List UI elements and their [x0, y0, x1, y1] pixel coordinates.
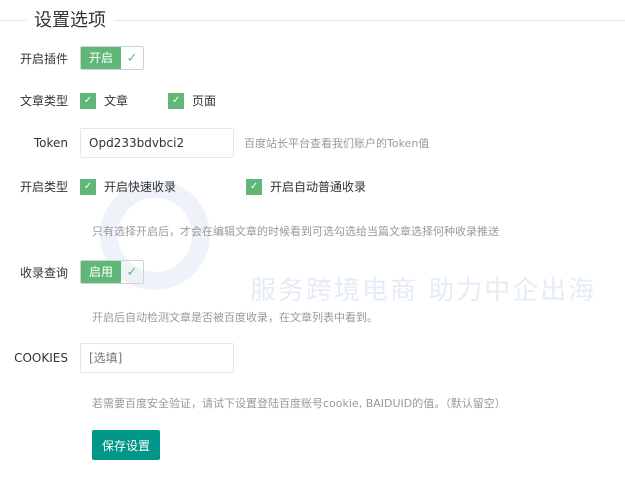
switch-text: 启用 — [81, 261, 122, 283]
section-header: 设置选项 — [0, 6, 625, 32]
switch-text: 开启 — [81, 47, 122, 69]
checkbox-auto-index[interactable]: ✓ 开启自动普通收录 — [246, 178, 366, 195]
check-icon: ✓ — [80, 92, 96, 109]
checkbox-post[interactable]: ✓ 文章 — [80, 92, 128, 109]
checkbox-page[interactable]: ✓ 页面 — [168, 92, 216, 109]
check-icon: ✓ — [126, 264, 138, 280]
index-query-switch[interactable]: 启用 ✓ — [80, 260, 145, 284]
section-title: 设置选项 — [26, 6, 114, 32]
check-icon: ✓ — [246, 178, 263, 195]
index-query-hint: 开启后自动检测文章是否被百度收录，在文章列表中看到。 — [92, 311, 378, 324]
cookies-hint: 若需要百度安全验证，请试下设置登陆百度账号cookie, BAIDUID的值。（… — [92, 397, 506, 410]
watermark-tagline: 服务跨境电商 助力中企出海 — [250, 276, 597, 306]
check-icon: ✓ — [126, 50, 138, 66]
token-hint: 百度站长平台查看我们账户的Token值 — [244, 137, 430, 150]
check-icon: ✓ — [168, 92, 185, 109]
push-type-hint: 只有选择开启后，才会在编辑文章的时候看到可选勾选给当篇文章选择何种收录推送 — [92, 225, 499, 238]
checkbox-label: 开启自动普通收录 — [270, 180, 367, 194]
plugin-switch[interactable]: 开启 ✓ — [80, 46, 145, 70]
push-type-label: 开启类型 — [19, 180, 68, 194]
checkbox-label: 文章 — [104, 94, 129, 108]
checkbox-fast-index[interactable]: ✓ 开启快速收录 — [80, 178, 176, 195]
checkbox-label: 开启快速收录 — [104, 180, 177, 194]
check-icon: ✓ — [80, 178, 96, 195]
save-button[interactable]: 保存设置 — [92, 430, 161, 460]
plugin-label: 开启插件 — [19, 51, 68, 66]
cookies-input[interactable] — [80, 343, 234, 373]
cookies-label: COOKIES — [14, 351, 68, 365]
post-type-label: 文章类型 — [19, 94, 68, 108]
index-query-label: 收录查询 — [19, 265, 68, 280]
token-label: Token — [33, 136, 68, 150]
token-input[interactable] — [80, 128, 234, 158]
checkbox-label: 页面 — [192, 94, 217, 108]
